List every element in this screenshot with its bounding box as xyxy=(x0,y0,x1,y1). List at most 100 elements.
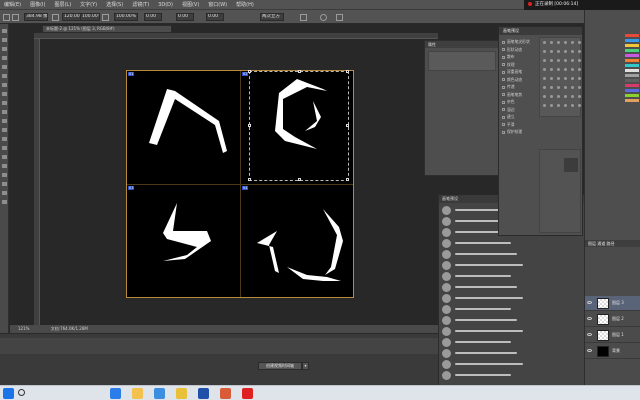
checkbox-icon[interactable] xyxy=(502,40,505,44)
brush-tip[interactable] xyxy=(578,104,581,107)
healing-tool-icon[interactable] xyxy=(2,83,7,87)
menu-item[interactable]: 图像(I) xyxy=(30,1,45,8)
layer-row[interactable]: 背景 xyxy=(585,344,640,359)
checkbox-icon[interactable] xyxy=(502,123,505,126)
brush-setting-row[interactable]: 散布 xyxy=(502,54,538,60)
quick-select-tool-icon[interactable] xyxy=(2,56,7,60)
transform-tool-icon[interactable] xyxy=(3,14,10,21)
brush-setting-row[interactable]: 平滑 xyxy=(502,122,538,128)
marquee-tool-icon[interactable] xyxy=(2,38,7,42)
menu-item[interactable]: 文字(Y) xyxy=(80,1,97,8)
color-swatch[interactable] xyxy=(625,94,639,97)
eraser-tool-icon[interactable] xyxy=(2,119,7,123)
brush-tip[interactable] xyxy=(550,68,553,71)
lasso-tool-icon[interactable] xyxy=(2,47,7,51)
color-swatch[interactable] xyxy=(625,39,639,42)
brush-tip[interactable] xyxy=(557,59,560,62)
color-swatch[interactable] xyxy=(625,59,639,62)
brush-tip[interactable] xyxy=(557,77,560,80)
canvas[interactable]: 01 02 03 04 xyxy=(126,70,354,298)
color-swatch[interactable] xyxy=(625,44,639,47)
interpolation-select[interactable]: 两次立方 xyxy=(260,13,284,21)
transform-handle[interactable] xyxy=(346,70,349,73)
checkbox-icon[interactable] xyxy=(502,70,505,74)
path-select-tool-icon[interactable] xyxy=(2,173,7,177)
transform-selection[interactable] xyxy=(248,70,349,181)
edge-icon[interactable] xyxy=(110,388,121,399)
transform-handle[interactable] xyxy=(346,124,349,127)
brush-setting-row[interactable]: 杂色 xyxy=(502,99,538,105)
brush-setting-row[interactable]: 纹理 xyxy=(502,62,538,68)
color-swatch[interactable] xyxy=(625,89,639,92)
brush-tip[interactable] xyxy=(571,104,574,107)
brush-tip[interactable] xyxy=(543,86,546,89)
brush-preset-stroke[interactable] xyxy=(455,242,511,244)
brush-tip[interactable] xyxy=(543,59,546,62)
brush-tip[interactable] xyxy=(571,68,574,71)
ps-icon[interactable] xyxy=(198,388,209,399)
brush-tip[interactable] xyxy=(550,77,553,80)
eye-icon[interactable] xyxy=(587,301,592,304)
eye-icon[interactable] xyxy=(587,317,592,320)
brush-preset-stroke[interactable] xyxy=(455,253,517,255)
menu-item[interactable]: 编辑(E) xyxy=(4,1,21,8)
color-swatch[interactable] xyxy=(625,69,639,72)
brush-tip[interactable] xyxy=(550,95,553,98)
brush-tip[interactable] xyxy=(564,59,567,62)
width-field[interactable]: 384.98 像 xyxy=(24,13,48,21)
brush-preset-stroke[interactable] xyxy=(455,297,523,299)
brush-preset-thumb[interactable] xyxy=(442,338,451,347)
brush-preset-thumb[interactable] xyxy=(442,360,451,369)
warp-icon[interactable] xyxy=(300,14,307,21)
reference-point-icon[interactable] xyxy=(12,14,19,21)
brush-preset-thumb[interactable] xyxy=(442,261,451,270)
brush-tip[interactable] xyxy=(578,59,581,62)
brush-tip[interactable] xyxy=(550,50,553,53)
crop-tool-icon[interactable] xyxy=(2,65,7,69)
create-video-timeline-button[interactable]: 创建视频时间轴 xyxy=(258,362,302,370)
checkbox-icon[interactable] xyxy=(502,100,505,104)
brush-preset-stroke[interactable] xyxy=(455,275,511,277)
brush-preset-thumb[interactable] xyxy=(442,250,451,259)
brush-preset-stroke[interactable] xyxy=(455,352,517,354)
history-brush-tool-icon[interactable] xyxy=(2,110,7,114)
brush-preset-stroke[interactable] xyxy=(455,341,511,343)
brush-tip[interactable] xyxy=(564,95,567,98)
brush-preset-stroke[interactable] xyxy=(455,319,517,321)
brush-tip[interactable] xyxy=(571,77,574,80)
brush-tip[interactable] xyxy=(564,50,567,53)
brush-tip[interactable] xyxy=(557,95,560,98)
brush-preset-thumb[interactable] xyxy=(442,283,451,292)
checkbox-icon[interactable] xyxy=(502,115,505,119)
brush-tip[interactable] xyxy=(550,41,553,44)
brush-preset-stroke[interactable] xyxy=(455,330,523,332)
search-icon[interactable] xyxy=(18,389,25,396)
folder-icon[interactable] xyxy=(132,388,143,399)
brush-preset-thumb[interactable] xyxy=(442,327,451,336)
brush-preset-stroke[interactable] xyxy=(455,363,523,365)
brush-tip[interactable] xyxy=(578,86,581,89)
brush-preset-thumb[interactable] xyxy=(442,305,451,314)
w-percent-field[interactable]: 100.00% xyxy=(80,13,100,21)
record-icon[interactable] xyxy=(242,388,253,399)
color-swatch[interactable] xyxy=(625,99,639,102)
color-swatch[interactable] xyxy=(625,84,639,87)
color-swatch[interactable] xyxy=(625,49,639,52)
transform-handle[interactable] xyxy=(346,178,349,181)
brush-tip[interactable] xyxy=(564,86,567,89)
brush-preset-thumb[interactable] xyxy=(442,272,451,281)
transform-handle[interactable] xyxy=(248,178,251,181)
dodge-tool-icon[interactable] xyxy=(2,146,7,150)
brush-preset-stroke[interactable] xyxy=(455,264,523,266)
brush-preset-thumb[interactable] xyxy=(442,316,451,325)
brush-tip[interactable] xyxy=(557,68,560,71)
brush-preset-thumb[interactable] xyxy=(442,228,451,237)
type-tool-icon[interactable] xyxy=(2,164,7,168)
brush-tip[interactable] xyxy=(571,50,574,53)
brush-setting-row[interactable]: 传递 xyxy=(502,84,538,90)
menu-item[interactable]: 滤镜(T) xyxy=(132,1,149,8)
brush-tip[interactable] xyxy=(543,104,546,107)
zoom-readout[interactable]: 121% xyxy=(18,326,29,331)
brush-preset-thumb[interactable] xyxy=(442,371,451,380)
media-icon[interactable] xyxy=(220,388,231,399)
